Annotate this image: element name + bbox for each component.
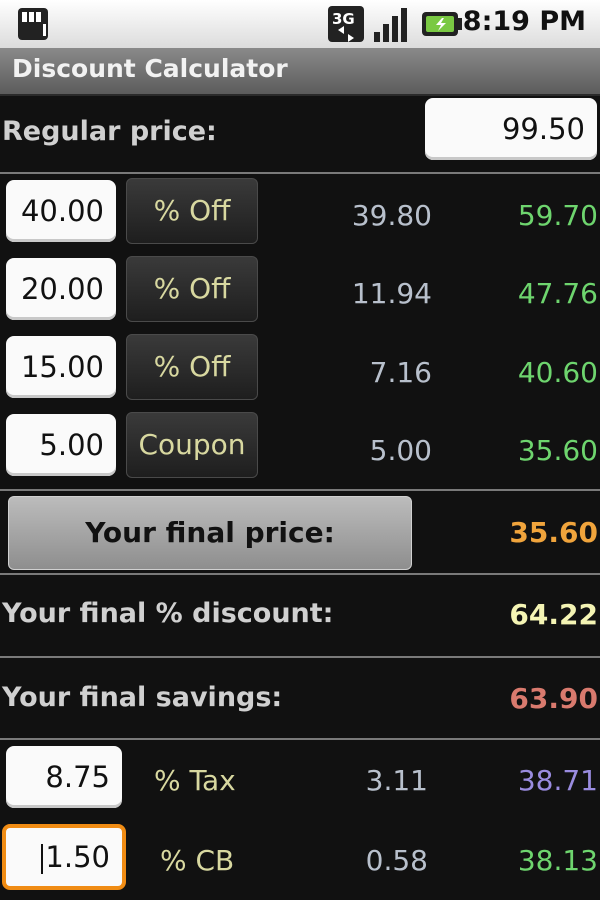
network-3g-icon: 3G [328,6,370,48]
percent-off-button-2[interactable]: % Off [126,256,258,322]
discount-amount-2: 11.94 [351,277,432,310]
discount-result-3: 40.60 [517,356,598,389]
cb-total: 38.13 [517,844,598,877]
discount-amount-3: 7.16 [369,356,432,389]
final-savings-value: 63.90 [509,682,598,715]
discount-amount-1: 39.80 [351,199,432,232]
status-time: 8:19 PM [462,6,586,37]
percent-off-button-1[interactable]: % Off [126,178,258,244]
coupon-amount: 5.00 [369,434,432,467]
cb-amount: 0.58 [365,844,428,877]
signal-strength-icon [372,6,412,48]
final-price-value: 35.60 [509,516,598,549]
divider [0,738,600,740]
final-price-button[interactable]: Your final price: [8,496,412,570]
network-type-text: 3G [332,10,355,28]
percent-off-button-3[interactable]: % Off [126,334,258,400]
divider [0,172,600,174]
final-discount-label: Your final % discount: [2,598,334,629]
divider [0,489,600,491]
coupon-button[interactable]: Coupon [126,412,258,478]
divider [0,573,600,575]
regular-price-label: Regular price: [2,116,217,147]
tax-total: 38.71 [517,764,598,797]
final-discount-value: 64.22 [509,598,598,631]
status-bar: 3G 8:19 PM [0,0,600,48]
discount-result-1: 59.70 [517,199,598,232]
app-title: Discount Calculator [12,54,288,83]
coupon-result: 35.60 [517,434,598,467]
tax-input[interactable]: 8.75 [6,746,122,808]
divider [0,656,600,658]
calculator-content: Regular price: 99.50 40.00 % Off 39.80 5… [0,96,600,900]
battery-charging-icon [420,6,464,46]
text-cursor [41,844,44,874]
tax-amount: 3.11 [365,764,428,797]
cb-label: % CB [160,844,235,877]
tax-label: % Tax [154,764,236,797]
cb-input-value: 1.50 [45,840,110,874]
final-savings-label: Your final savings: [2,682,283,713]
sd-card-icon [16,6,50,46]
discount-result-2: 47.76 [517,277,598,310]
title-bar: Discount Calculator [0,48,600,96]
discount-input-2[interactable]: 20.00 [6,258,116,320]
discount-input-1[interactable]: 40.00 [6,180,116,242]
cb-input[interactable]: 1.50 [2,824,126,890]
coupon-input[interactable]: 5.00 [6,414,116,476]
discount-input-3[interactable]: 15.00 [6,336,116,398]
regular-price-input[interactable]: 99.50 [425,98,597,160]
